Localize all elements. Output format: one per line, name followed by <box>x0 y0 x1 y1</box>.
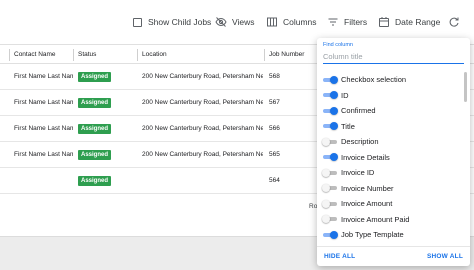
date-range-button[interactable]: Date Range <box>378 14 440 30</box>
column-list: Checkbox selection ID Confirmed Title De… <box>317 72 470 270</box>
column-item-label: Invoice ID <box>341 168 375 177</box>
status-badge: Assigned <box>78 124 112 134</box>
column-toggle-switch[interactable] <box>323 75 338 84</box>
status-badge: Assigned <box>78 150 112 160</box>
eye-off-icon <box>215 16 227 28</box>
column-header-job-number[interactable]: Job Number <box>269 45 315 65</box>
column-item-label: Invoice Details <box>341 152 390 162</box>
status-badge: Assigned <box>78 176 112 186</box>
column-separator[interactable] <box>73 49 74 61</box>
column-item-label: Invoice Amount <box>341 199 393 208</box>
cell-job-number: 565 <box>269 151 280 158</box>
cell-location: 200 New Canterbury Road, Petersham New <box>142 73 263 80</box>
calendar-icon <box>378 16 390 28</box>
columns-icon <box>266 16 278 28</box>
column-toggle-switch[interactable] <box>323 91 338 99</box>
refresh-button[interactable] <box>448 14 460 30</box>
filters-label: Filters <box>344 17 368 27</box>
status-badge: Assigned <box>78 72 112 82</box>
column-toggle-switch[interactable] <box>322 184 337 192</box>
column-header-contact-name[interactable]: Contact Name <box>14 45 72 65</box>
column-toggle-switch[interactable] <box>323 106 338 115</box>
column-separator[interactable] <box>9 49 10 61</box>
show-child-jobs-label: Show Child Jobs <box>148 17 212 27</box>
column-toggle-switch[interactable] <box>322 215 337 223</box>
show-child-jobs-checkbox[interactable] <box>133 17 142 27</box>
cell-job-number: 567 <box>269 99 280 106</box>
find-column-label: Find column <box>323 42 353 48</box>
hide-all-button[interactable]: HIDE ALL <box>324 247 355 267</box>
views-label: Views <box>232 17 255 27</box>
columns-button[interactable]: Columns <box>266 14 317 30</box>
column-item-invoice-amount-paid[interactable]: Invoice Amount Paid <box>317 212 462 228</box>
date-range-label: Date Range <box>395 17 441 27</box>
views-button[interactable]: Views <box>215 14 255 30</box>
cell-location: 200 New Canterbury Road, Petersham New <box>142 125 263 132</box>
column-item-label: Job Type Template <box>341 230 404 239</box>
cell-contact-name <box>14 168 73 194</box>
cell-job-number: 566 <box>269 125 280 132</box>
column-item-label: ID <box>341 90 349 100</box>
cell-job-number: 568 <box>269 73 280 80</box>
cell-location <box>142 168 263 194</box>
columns-panel: Find column Column title Checkbox select… <box>317 38 470 266</box>
column-item-label: Invoice Number <box>341 183 394 193</box>
column-item-job-type-template[interactable]: Job Type Template <box>317 227 462 243</box>
cell-location: 200 New Canterbury Road, Petersham New <box>142 151 263 158</box>
cell-contact-name: First Name Last Nam <box>14 125 73 132</box>
column-separator[interactable] <box>137 49 138 61</box>
column-toggle-switch[interactable] <box>322 168 337 177</box>
column-header-status[interactable]: Status <box>78 45 134 65</box>
columns-label: Columns <box>283 17 317 27</box>
cell-contact-name: First Name Last Nam <box>14 99 73 106</box>
find-column-input[interactable]: Column title <box>323 50 464 64</box>
cell-contact-name: First Name Last Nam <box>14 73 73 80</box>
column-item-id[interactable]: ID <box>317 88 462 104</box>
columns-panel-footer: HIDE ALL SHOW ALL <box>317 246 470 266</box>
status-badge: Assigned <box>78 98 112 108</box>
column-header-location[interactable]: Location <box>142 45 262 65</box>
column-item-invoice-amount[interactable]: Invoice Amount <box>317 196 462 212</box>
cell-job-number: 564 <box>269 177 280 184</box>
column-toggle-switch[interactable] <box>323 122 338 130</box>
filters-button[interactable]: Filters <box>327 14 367 30</box>
column-item-label: Description <box>341 137 379 146</box>
column-toggle-switch[interactable] <box>322 137 337 146</box>
column-list-scrollbar[interactable] <box>464 72 467 102</box>
show-all-button[interactable]: SHOW ALL <box>427 247 463 267</box>
column-item-description[interactable]: Description <box>317 134 462 150</box>
column-toggle-switch[interactable] <box>322 199 337 208</box>
column-item-label: Checkbox selection <box>341 75 407 84</box>
column-toggle-switch[interactable] <box>323 230 338 239</box>
column-item-confirmed[interactable]: Confirmed <box>317 103 462 119</box>
column-item-label: Title <box>341 121 355 131</box>
cell-location: 200 New Canterbury Road, Petersham New <box>142 99 263 106</box>
column-item-invoice-details[interactable]: Invoice Details <box>317 150 462 166</box>
column-item-invoice-number[interactable]: Invoice Number <box>317 181 462 197</box>
column-item-checkbox-selection[interactable]: Checkbox selection <box>317 72 462 88</box>
cell-contact-name: First Name Last Nam <box>14 151 73 158</box>
column-item-label: Confirmed <box>341 106 376 115</box>
column-toggle-switch[interactable] <box>323 153 338 161</box>
filter-sliders-icon <box>327 16 339 28</box>
refresh-icon <box>448 16 460 28</box>
column-item-title[interactable]: Title <box>317 119 462 135</box>
show-child-jobs-toggle[interactable]: Show Child Jobs <box>133 14 211 30</box>
column-item-label: Invoice Amount Paid <box>341 214 410 224</box>
column-separator[interactable] <box>264 49 265 61</box>
column-item-invoice-id[interactable]: Invoice ID <box>317 165 462 181</box>
